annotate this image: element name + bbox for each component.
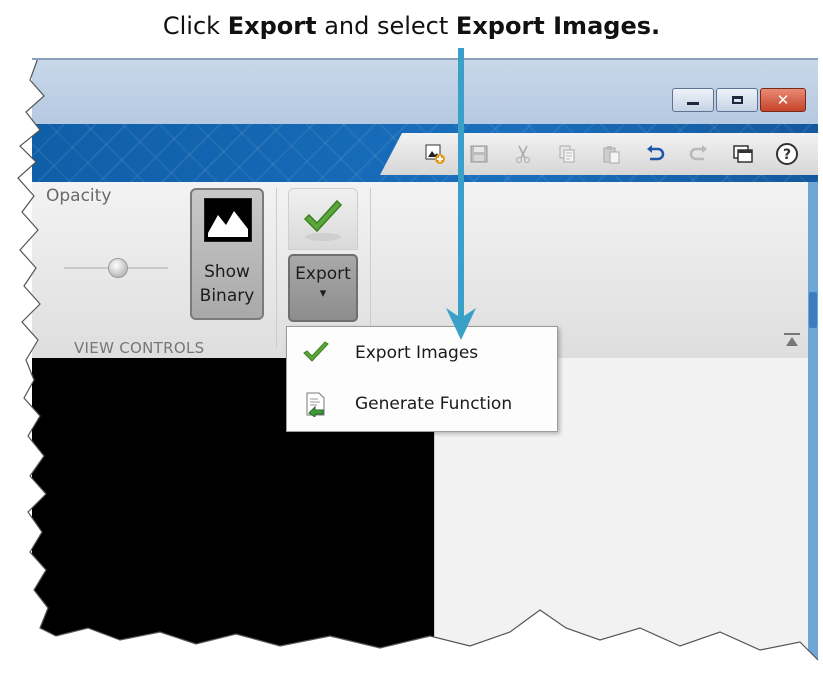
minimize-button[interactable] — [672, 88, 714, 112]
scrollbar-thumb[interactable] — [809, 292, 817, 328]
opacity-slider-handle[interactable] — [108, 258, 128, 278]
export-button[interactable]: Export ▾ — [288, 254, 358, 322]
export-button-top[interactable] — [288, 188, 358, 250]
quick-access-toolbar: ? — [380, 133, 818, 175]
new-image-icon[interactable] — [422, 141, 448, 167]
save-icon[interactable] — [466, 141, 492, 167]
instruction-bold-export: Export — [227, 12, 317, 40]
export-checkmark-icon — [303, 199, 343, 241]
collapse-ribbon-icon[interactable] — [782, 332, 802, 348]
close-button[interactable]: ✕ — [760, 88, 806, 112]
show-binary-label-2: Binary — [199, 286, 255, 306]
view-controls-section-label: VIEW CONTROLS — [74, 339, 205, 357]
paste-icon[interactable] — [598, 141, 624, 167]
help-icon[interactable]: ? — [774, 141, 800, 167]
ribbon-separator — [370, 188, 371, 348]
instruction-text-1: Click — [162, 12, 228, 40]
toolstrip-banner: ? — [32, 124, 818, 182]
menu-item-export-images[interactable]: Export Images — [287, 328, 555, 378]
generate-function-icon — [301, 389, 331, 419]
export-label: Export — [295, 264, 351, 284]
close-icon: ✕ — [776, 90, 790, 109]
vertical-scrollbar[interactable] — [808, 182, 818, 677]
layout-icon[interactable] — [730, 141, 756, 167]
show-binary-label-1: Show — [204, 262, 250, 282]
maximize-button[interactable] — [716, 88, 758, 112]
show-binary-icon — [204, 198, 252, 242]
show-binary-button[interactable]: Show Binary — [190, 188, 264, 320]
undo-icon[interactable] — [642, 141, 668, 167]
maximize-icon — [731, 96, 743, 104]
instruction-bold-export-images: Export Images. — [455, 12, 661, 40]
minimize-icon — [687, 101, 699, 105]
menu-item-generate-function[interactable]: Generate Function — [287, 379, 555, 429]
instruction-caption: Click Export and select Export Images. — [0, 12, 823, 40]
menu-item-label: Export Images — [355, 343, 479, 363]
copy-icon[interactable] — [554, 141, 580, 167]
chevron-down-icon: ▾ — [319, 286, 327, 301]
redo-icon[interactable] — [686, 141, 712, 167]
app-window: ✕ ? Opacity Show Binary Export ▾ VIEW CO… — [32, 58, 818, 677]
help-glyph: ? — [783, 147, 791, 163]
export-dropdown-menu: Export Images Generate Function — [286, 326, 558, 432]
window-controls: ✕ — [672, 88, 806, 112]
cut-icon[interactable] — [510, 141, 536, 167]
menu-item-label: Generate Function — [355, 394, 513, 414]
ribbon-separator — [276, 188, 277, 348]
opacity-label: Opacity — [46, 186, 112, 206]
instruction-text-2: and select — [316, 12, 456, 40]
title-bar: ✕ — [32, 58, 818, 124]
checkmark-icon — [301, 338, 331, 368]
